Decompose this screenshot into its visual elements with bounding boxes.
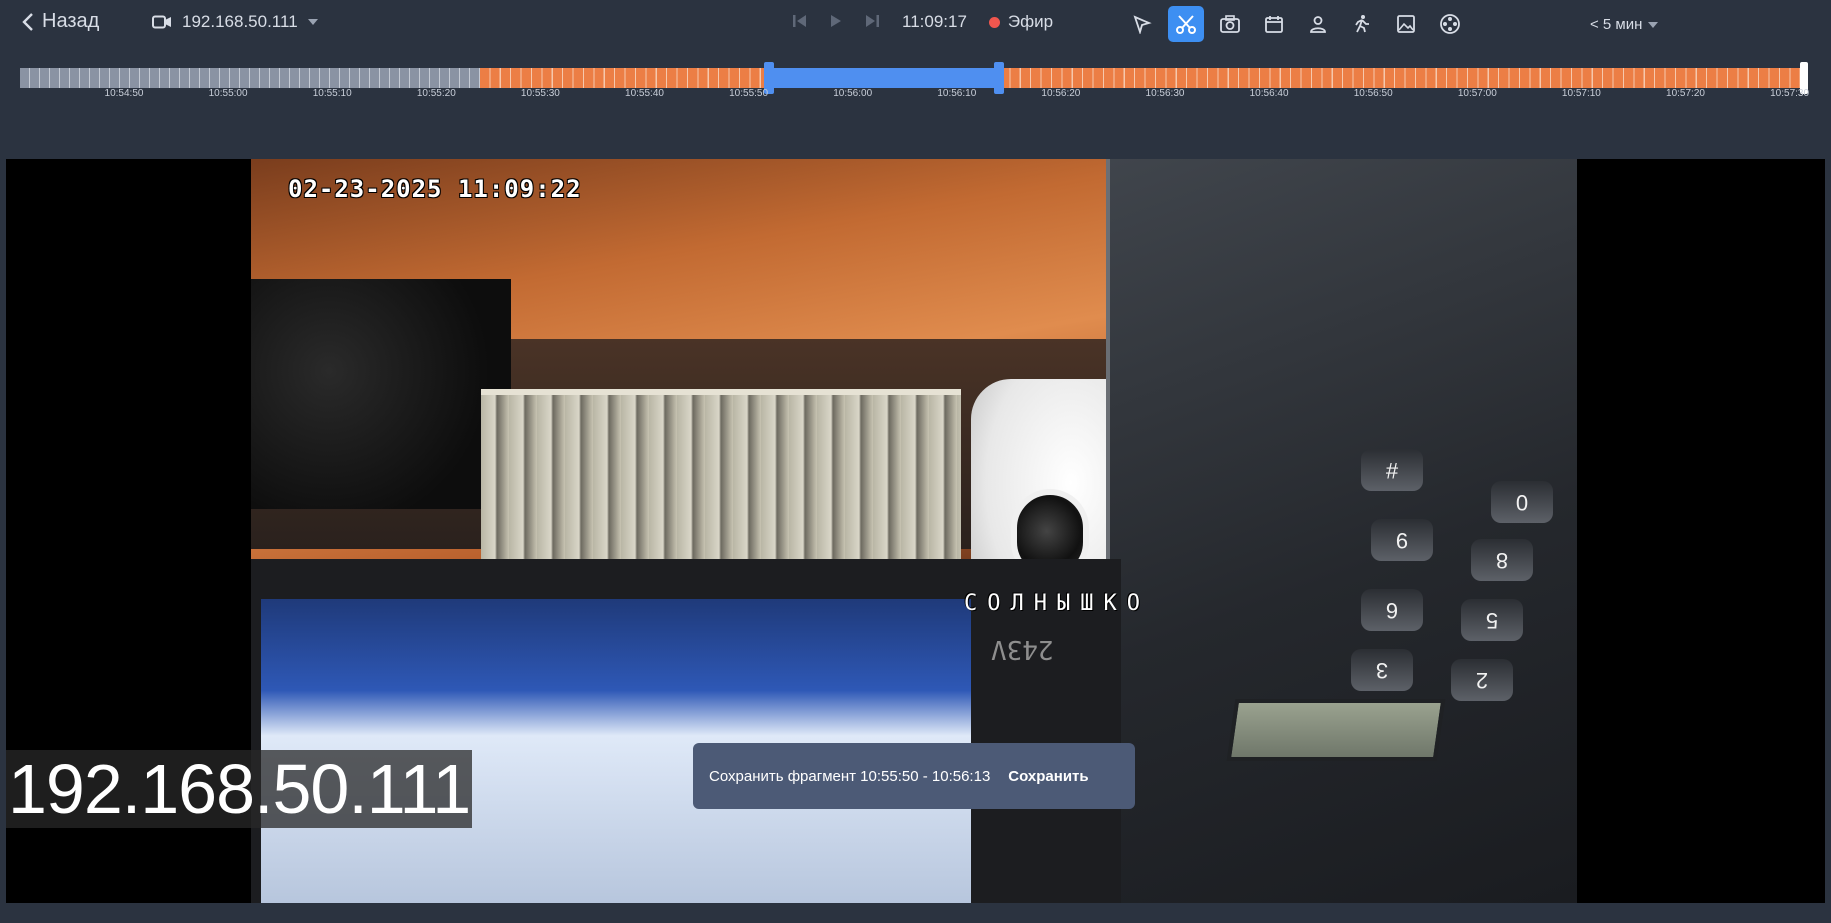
scene-phone-key: 3 xyxy=(1351,649,1413,691)
playback-controls: 11:09:17 Эфир xyxy=(792,12,1053,32)
chevron-left-icon xyxy=(22,12,33,31)
timeline-tick-label: 10:56:20 xyxy=(1041,88,1081,99)
scene-phone-key: 2 xyxy=(1451,659,1513,701)
tool-group xyxy=(1124,6,1468,42)
timeline-selection[interactable] xyxy=(768,68,1002,88)
timeline-tick-label: 10:57:10 xyxy=(1561,88,1601,99)
timeline-tick-label: 10:56:00 xyxy=(833,88,873,99)
timeline-tick-label: 10:56:40 xyxy=(1249,88,1289,99)
osd-camera-label: СОЛНЫШКО xyxy=(964,591,1150,616)
skip-next-icon[interactable] xyxy=(864,14,880,31)
tool-cursor[interactable] xyxy=(1124,6,1160,42)
scene-wires xyxy=(251,279,511,509)
save-fragment-toast: Сохранить фрагмент 10:55:50 - 10:56:13 С… xyxy=(693,743,1135,809)
back-button[interactable]: Назад xyxy=(22,10,99,33)
osd-timestamp: 02-23-2025 11:09:22 xyxy=(288,175,582,203)
video-camera-icon xyxy=(152,15,171,29)
save-button[interactable]: Сохранить xyxy=(1008,768,1088,785)
scene-phone-key: 6 xyxy=(1361,589,1423,631)
timeline-tick-label: 10:54:50 xyxy=(104,88,144,99)
chevron-down-icon xyxy=(307,19,318,25)
timeline-tick-label: 10:55:10 xyxy=(312,88,352,99)
timeline-track[interactable] xyxy=(20,62,1808,94)
timeline-tick-label: 10:56:30 xyxy=(1145,88,1185,99)
camera-ip-overlay: 192.168.50.111 xyxy=(6,750,473,828)
scene-phone-key: 9 xyxy=(1371,519,1433,561)
live-dot-icon xyxy=(988,16,1000,28)
timeline-tick-label: 10:56:10 xyxy=(937,88,977,99)
tool-calendar[interactable] xyxy=(1256,6,1292,42)
timeline-tick-label: 10:57:00 xyxy=(1457,88,1497,99)
scene-phone-display xyxy=(1226,699,1446,761)
top-toolbar: Назад 192.168.50.111 11:09:17 Эфир < 5 м… xyxy=(0,0,1831,50)
person-icon xyxy=(1310,16,1326,33)
tool-snapshot[interactable] xyxy=(1212,6,1248,42)
timeline-tick-label: 10:55:50 xyxy=(729,88,769,99)
tool-archive[interactable] xyxy=(1432,6,1468,42)
cursor-icon xyxy=(1133,15,1152,34)
camera-snapshot-icon xyxy=(1220,15,1240,33)
tool-gallery[interactable] xyxy=(1388,6,1424,42)
timeline-recorded-segment xyxy=(480,68,1808,88)
scissors-icon xyxy=(1176,15,1196,34)
current-time: 11:09:17 xyxy=(902,12,967,31)
camera-select[interactable]: 192.168.50.111 xyxy=(152,12,318,32)
live-button[interactable]: Эфир xyxy=(988,12,1054,32)
back-label: Назад xyxy=(42,10,100,32)
timeline-empty-segment xyxy=(20,68,480,88)
image-icon xyxy=(1397,15,1415,33)
timeline-tick-label: 10:56:50 xyxy=(1353,88,1393,99)
scene-phone xyxy=(1106,159,1577,903)
tool-person[interactable] xyxy=(1300,6,1336,42)
camera-name: 192.168.50.111 xyxy=(182,12,298,31)
scene-phone-key: 5 xyxy=(1461,599,1523,641)
scene-phone-key: 0 xyxy=(1491,481,1553,523)
chevron-down-icon xyxy=(1648,21,1659,28)
timeline-ticks: 10:54:50 10:55:00 10:55:10 10:55:20 10:55:30… xyxy=(20,88,1810,102)
timeline-tick-label: 10:57:30 xyxy=(1770,88,1810,99)
live-label: Эфир xyxy=(1007,12,1054,31)
skip-previous-icon[interactable] xyxy=(792,14,808,31)
timeline-tick-label: 10:55:00 xyxy=(208,88,248,99)
tool-motion[interactable] xyxy=(1344,6,1380,42)
tool-scissors[interactable] xyxy=(1168,6,1204,42)
film-reel-icon xyxy=(1440,14,1460,34)
walking-person-icon xyxy=(1355,15,1369,33)
scene-phone-key: # xyxy=(1361,449,1423,491)
timeline-tick-label: 10:55:30 xyxy=(520,88,560,99)
timeline-tick-label: 10:57:20 xyxy=(1666,88,1705,99)
scene-model xyxy=(481,389,961,579)
scene-phone-key: 8 xyxy=(1471,539,1533,581)
toast-message: Сохранить фрагмент 10:55:50 - 10:56:13 xyxy=(709,767,991,785)
time-range-select[interactable]: < 5 мин xyxy=(1590,16,1659,33)
time-range-label: < 5 мин xyxy=(1590,16,1643,33)
calendar-icon xyxy=(1265,16,1283,33)
timeline-tick-label: 10:55:40 xyxy=(625,88,664,99)
timeline-tick-label: 10:55:20 xyxy=(416,88,456,99)
scene-monitor-model: 243V xyxy=(991,634,1054,664)
play-icon[interactable] xyxy=(830,14,842,31)
